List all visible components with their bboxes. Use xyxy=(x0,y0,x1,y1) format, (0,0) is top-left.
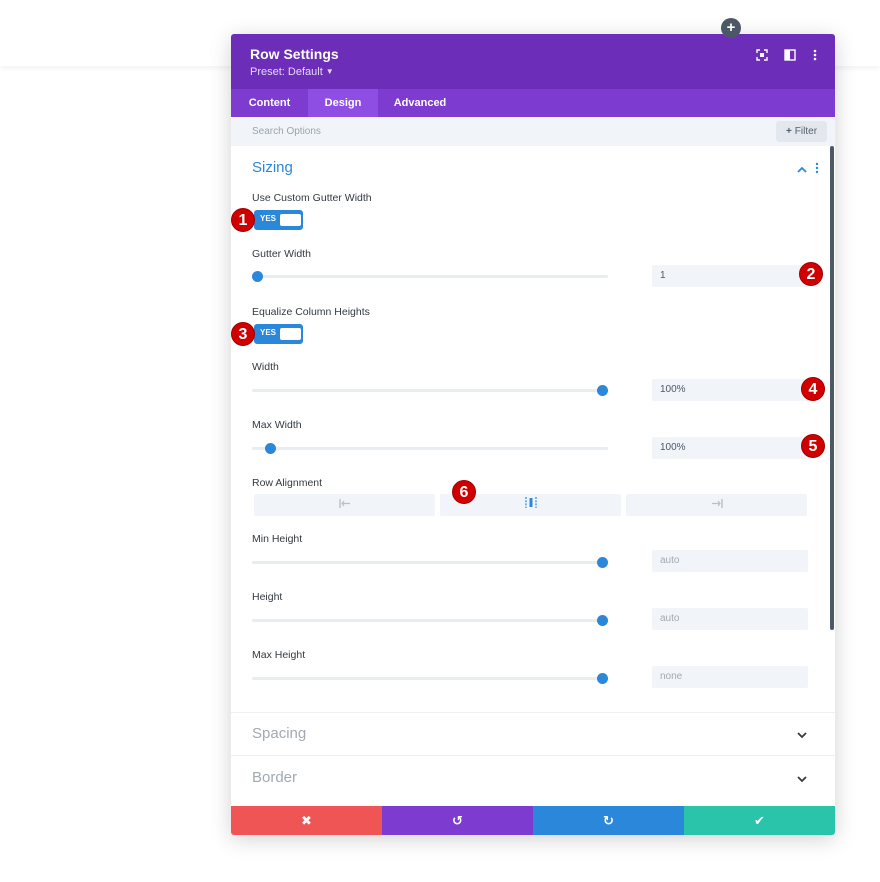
min-height-slider-track[interactable] xyxy=(252,561,608,564)
tab-bar: Content Design Advanced xyxy=(231,89,835,117)
max-width-slider-track[interactable] xyxy=(252,447,608,450)
plus-icon: + xyxy=(785,126,792,137)
focus-icon[interactable] xyxy=(752,47,772,67)
annotation-badge-5: 5 xyxy=(801,434,825,458)
min-height-label: Min Height xyxy=(252,533,303,545)
caret-down-icon: ▼ xyxy=(325,67,334,76)
toggle-yes-label: YES xyxy=(260,328,277,337)
equalize-toggle[interactable]: YES xyxy=(254,324,303,344)
cancel-button[interactable]: ✖ xyxy=(231,806,382,835)
undo-button[interactable]: ↺ xyxy=(382,806,533,835)
row-alignment-label: Row Alignment xyxy=(252,477,323,489)
annotation-badge-2: 2 xyxy=(799,262,823,286)
tab-design[interactable]: Design xyxy=(308,89,378,117)
annotation-badge-3: 3 xyxy=(231,322,255,346)
custom-gutter-label: Use Custom Gutter Width xyxy=(252,192,372,204)
search-input[interactable]: Search Options xyxy=(252,126,321,137)
section-sizing-title[interactable]: Sizing xyxy=(252,159,293,176)
filter-label: Filter xyxy=(794,126,818,137)
undo-icon: ↺ xyxy=(452,813,463,828)
equalize-label: Equalize Column Heights xyxy=(252,306,370,318)
modal-header: Row Settings Preset: Default ▼ xyxy=(231,34,835,89)
save-button[interactable]: ✔ xyxy=(684,806,835,835)
align-left-icon xyxy=(338,499,350,508)
tab-content[interactable]: Content xyxy=(231,89,308,117)
min-height-slider-handle[interactable] xyxy=(597,557,608,568)
chevron-down-icon[interactable] xyxy=(796,730,808,742)
custom-gutter-toggle[interactable]: YES xyxy=(254,210,303,230)
gutter-width-label: Gutter Width xyxy=(252,248,311,260)
gutter-width-input[interactable]: 1 xyxy=(652,265,808,287)
max-width-input[interactable]: 100% xyxy=(652,437,808,459)
gutter-width-slider-track[interactable] xyxy=(252,275,608,278)
height-slider-track[interactable] xyxy=(252,619,608,622)
max-height-input[interactable]: none xyxy=(652,666,808,688)
max-height-slider-track[interactable] xyxy=(252,677,608,680)
gutter-width-slider-handle[interactable] xyxy=(252,271,263,282)
scrollbar[interactable] xyxy=(830,146,834,630)
annotation-badge-1: 1 xyxy=(231,208,255,232)
checkmark-icon: ✔ xyxy=(754,813,765,828)
min-height-input[interactable]: auto xyxy=(652,550,808,572)
align-right-button[interactable] xyxy=(626,494,807,516)
height-input[interactable]: auto xyxy=(652,608,808,630)
preset-selector[interactable]: Preset: Default ▼ xyxy=(250,66,334,78)
toggle-knob xyxy=(280,214,301,226)
modal-title: Row Settings xyxy=(250,46,339,62)
width-slider-track[interactable] xyxy=(252,389,608,392)
close-icon: ✖ xyxy=(301,813,312,828)
width-label: Width xyxy=(252,361,279,373)
preset-label: Preset: Default xyxy=(250,66,323,78)
chevron-down-icon[interactable] xyxy=(796,774,808,786)
row-settings-modal: Row Settings Preset: Default ▼ Content De… xyxy=(231,34,835,835)
search-bar: Search Options + Filter xyxy=(231,117,835,146)
section-divider xyxy=(231,755,835,756)
max-width-slider-handle[interactable] xyxy=(265,443,276,454)
section-border-title[interactable]: Border xyxy=(252,769,297,786)
redo-icon: ↻ xyxy=(603,813,614,828)
align-center-icon xyxy=(524,497,537,508)
sidebar-layout-icon[interactable] xyxy=(780,47,800,67)
section-kebab-icon[interactable] xyxy=(815,162,819,177)
add-row-icon[interactable]: + xyxy=(721,18,741,38)
toggle-yes-label: YES xyxy=(260,214,277,223)
annotation-badge-6: 6 xyxy=(452,480,476,504)
align-right-icon xyxy=(711,499,723,508)
tab-advanced[interactable]: Advanced xyxy=(378,89,462,117)
width-input[interactable]: 100% xyxy=(652,379,808,401)
kebab-menu-icon[interactable] xyxy=(805,47,825,67)
height-slider-handle[interactable] xyxy=(597,615,608,626)
max-height-label: Max Height xyxy=(252,649,306,661)
section-spacing-title[interactable]: Spacing xyxy=(252,725,306,742)
max-height-slider-handle[interactable] xyxy=(597,673,608,684)
align-left-button[interactable] xyxy=(254,494,435,516)
width-slider-handle[interactable] xyxy=(597,385,608,396)
max-width-label: Max Width xyxy=(252,419,302,431)
filter-button[interactable]: + Filter xyxy=(776,121,827,142)
section-divider xyxy=(231,712,835,713)
height-label: Height xyxy=(252,591,283,603)
chevron-up-icon[interactable] xyxy=(796,164,808,176)
redo-button[interactable]: ↻ xyxy=(533,806,684,835)
annotation-badge-4: 4 xyxy=(801,377,825,401)
toggle-knob xyxy=(280,328,301,340)
